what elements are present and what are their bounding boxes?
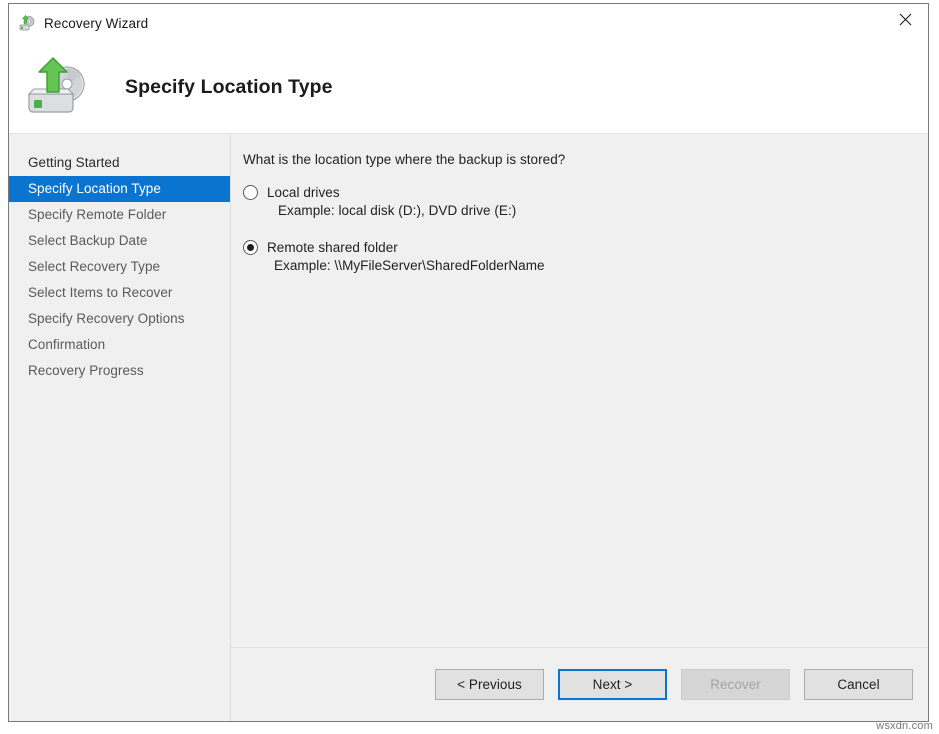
watermark: wsxdn.com	[876, 720, 933, 732]
next-button[interactable]: Next >	[558, 669, 667, 700]
sidebar-item-specify-recovery-options[interactable]: Specify Recovery Options	[9, 306, 230, 332]
sidebar-item-specify-remote-folder[interactable]: Specify Remote Folder	[9, 202, 230, 228]
sidebar-item-specify-location-type[interactable]: Specify Location Type	[9, 176, 230, 202]
sidebar-item-getting-started[interactable]: Getting Started	[9, 150, 230, 176]
sidebar-item-select-items-to-recover[interactable]: Select Items to Recover	[9, 280, 230, 306]
sidebar-item-select-backup-date[interactable]: Select Backup Date	[9, 228, 230, 254]
window-title: Recovery Wizard	[44, 16, 148, 31]
example-text-remote-shared-folder: Example: \\MyFileServer\SharedFolderName	[274, 258, 928, 273]
title-bar-left: Recovery Wizard	[9, 14, 148, 32]
sidebar-item-recovery-progress[interactable]: Recovery Progress	[9, 358, 230, 384]
sidebar-item-confirmation[interactable]: Confirmation	[9, 332, 230, 358]
wizard-footer: < Previous Next > Recover Cancel	[231, 647, 928, 721]
radio-label-remote-shared-folder: Remote shared folder	[267, 240, 398, 255]
recovery-disk-icon	[18, 14, 36, 32]
recover-button: Recover	[681, 669, 790, 700]
title-bar: Recovery Wizard	[9, 4, 928, 42]
recovery-wizard-window: Recovery Wizard Specify Location Type	[8, 3, 929, 722]
sidebar-item-select-recovery-type[interactable]: Select Recovery Type	[9, 254, 230, 280]
radio-option-local-drives[interactable]: Local drives	[243, 185, 928, 200]
wizard-banner: Specify Location Type	[9, 42, 928, 134]
location-type-form: What is the location type where the back…	[231, 134, 928, 647]
form-question: What is the location type where the back…	[243, 152, 928, 167]
example-text-local-drives: Example: local disk (D:), DVD drive (E:)	[278, 203, 928, 218]
page-title: Specify Location Type	[125, 76, 333, 99]
radio-icon-local-drives[interactable]	[243, 185, 258, 200]
wizard-steps-sidebar: Getting Started Specify Location Type Sp…	[9, 134, 231, 721]
wizard-content: What is the location type where the back…	[231, 134, 928, 721]
radio-icon-remote-shared-folder[interactable]	[243, 240, 258, 255]
recovery-disk-icon	[21, 56, 95, 120]
radio-label-local-drives: Local drives	[267, 185, 340, 200]
wizard-body: Getting Started Specify Location Type Sp…	[9, 134, 928, 721]
cancel-button[interactable]: Cancel	[804, 669, 913, 700]
close-icon[interactable]	[882, 4, 928, 34]
previous-button[interactable]: < Previous	[435, 669, 544, 700]
radio-option-remote-shared-folder[interactable]: Remote shared folder	[243, 240, 928, 255]
